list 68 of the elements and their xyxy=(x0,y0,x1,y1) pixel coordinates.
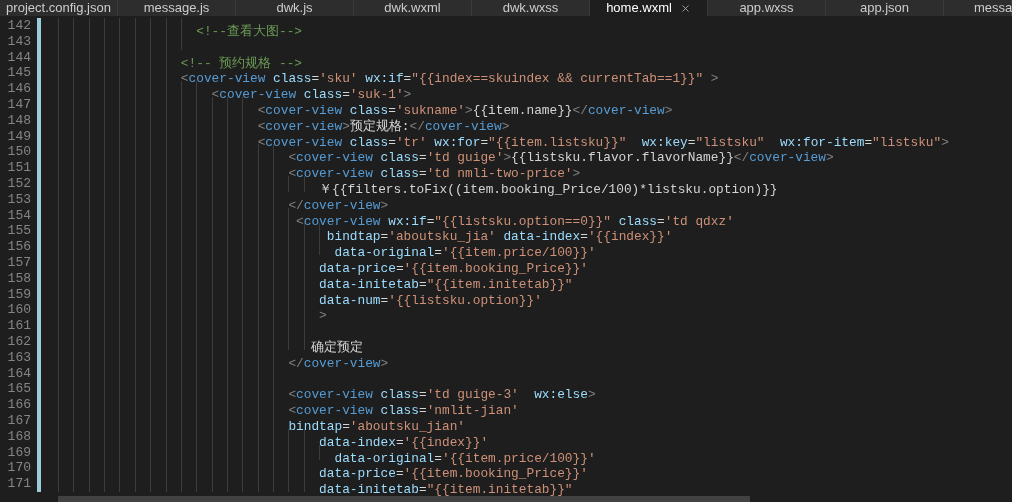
code-line: </cover-view> xyxy=(287,197,389,213)
line-number: 158 xyxy=(6,270,32,287)
code-line: <cover-view class='tr' wx:for="{{item.listsku}}" wx:key="listsku" wx:for-item="listsku"> xyxy=(256,134,949,150)
line-number: 151 xyxy=(6,160,32,176)
line-number: 150 xyxy=(6,144,32,161)
editor-tab[interactable]: dwk.wxss xyxy=(472,0,590,16)
line-number: 142 xyxy=(6,18,32,34)
code-line: data-initetab="{{item.initetab}}" xyxy=(318,482,573,498)
code-line: data-index='{{index}}' xyxy=(318,434,489,450)
close-icon[interactable] xyxy=(679,2,691,14)
line-number: 163 xyxy=(6,349,32,366)
code-line: bindtap='aboutsku_jia' data-index='{{index}}' xyxy=(325,229,673,245)
code-line: data-price='{{item.booking_Price}}' xyxy=(318,260,588,276)
line-number: 155 xyxy=(6,223,32,240)
code-line: <!--查看大图--> xyxy=(195,24,302,39)
code-line: <cover-view class='nmlit-jian' xyxy=(287,403,519,419)
line-number: 154 xyxy=(6,207,32,224)
code-line: <cover-view>预定规格:</cover-view> xyxy=(256,118,510,134)
code-line: <cover-view class='td guige'>{{listsku.flavor.flavorName}}</cover-view> xyxy=(287,150,834,166)
horizontal-scrollbar[interactable] xyxy=(58,496,750,502)
line-number: 162 xyxy=(6,333,32,350)
line-number: 171 xyxy=(6,476,32,492)
code-line: <cover-view class='suk-1'> xyxy=(210,87,412,103)
code-line: <!-- 预约规格 --> xyxy=(179,55,302,71)
line-number: 152 xyxy=(6,175,32,192)
line-number: 145 xyxy=(6,65,32,82)
line-number: 159 xyxy=(6,286,32,303)
line-number: 160 xyxy=(6,302,32,319)
code-line: > xyxy=(318,308,327,324)
code-line: ￥{{filters.toFix((item.booking_Price/100)*listsku.option)}} xyxy=(318,181,778,197)
line-number: 167 xyxy=(6,412,32,429)
editor-tab[interactable]: app.wxss xyxy=(708,0,826,16)
code-line: data-original='{{item.price/100}}' xyxy=(333,245,596,261)
line-number: 144 xyxy=(6,49,32,66)
code-line: data-num='{{listsku.option}}' xyxy=(318,292,542,308)
code-line: <cover-view wx:if="{{listsku.option==0}}" class='td qdxz' xyxy=(295,213,734,229)
code-line: 确定预定 xyxy=(310,339,364,355)
editor-tab[interactable]: app.json xyxy=(826,0,944,16)
line-number: 143 xyxy=(6,33,32,50)
line-number: 153 xyxy=(6,191,32,208)
line-number: 148 xyxy=(6,112,32,129)
line-number: 147 xyxy=(6,97,32,113)
code-line: data-original='{{item.price/100}}' xyxy=(333,450,596,466)
code-line: <cover-view class='td guige-3' wx:else> xyxy=(287,387,596,403)
line-number: 156 xyxy=(6,239,32,255)
line-number: 165 xyxy=(6,381,32,398)
editor-tab[interactable]: dwk.js xyxy=(236,0,354,16)
editor-tab[interactable]: dwk.wxml xyxy=(354,0,472,16)
code-line: <cover-view class='sku' wx:if="{{index==skuindex && currentTab==1}}" > xyxy=(179,71,719,87)
editor-tab[interactable]: home.wxml xyxy=(590,0,708,16)
editor-tab[interactable]: message.js xyxy=(118,0,236,16)
line-number: 166 xyxy=(6,397,32,413)
line-number: 161 xyxy=(6,318,32,334)
line-number: 169 xyxy=(6,444,32,461)
line-number: 157 xyxy=(6,254,32,271)
line-number: 168 xyxy=(6,428,32,445)
code-line: <cover-view class='sukname'>{{item.name}}</cover-view> xyxy=(256,103,673,118)
line-number: 146 xyxy=(6,81,32,97)
code-line: <cover-view class='td nmli-two-price'> xyxy=(287,166,581,182)
code-line: bindtap='aboutsku_jian' xyxy=(287,418,466,434)
line-number: 164 xyxy=(6,365,32,382)
line-number: 170 xyxy=(6,460,32,477)
code-line: data-initetab="{{item.initetab}}" xyxy=(318,276,573,292)
code-line: data-price='{{item.booking_Price}}' xyxy=(318,466,588,482)
editor-tab[interactable]: project.config.json xyxy=(0,0,118,16)
editor-tab[interactable]: messa xyxy=(944,0,1012,16)
code-line: </cover-view> xyxy=(287,355,389,371)
line-number: 149 xyxy=(6,128,32,145)
